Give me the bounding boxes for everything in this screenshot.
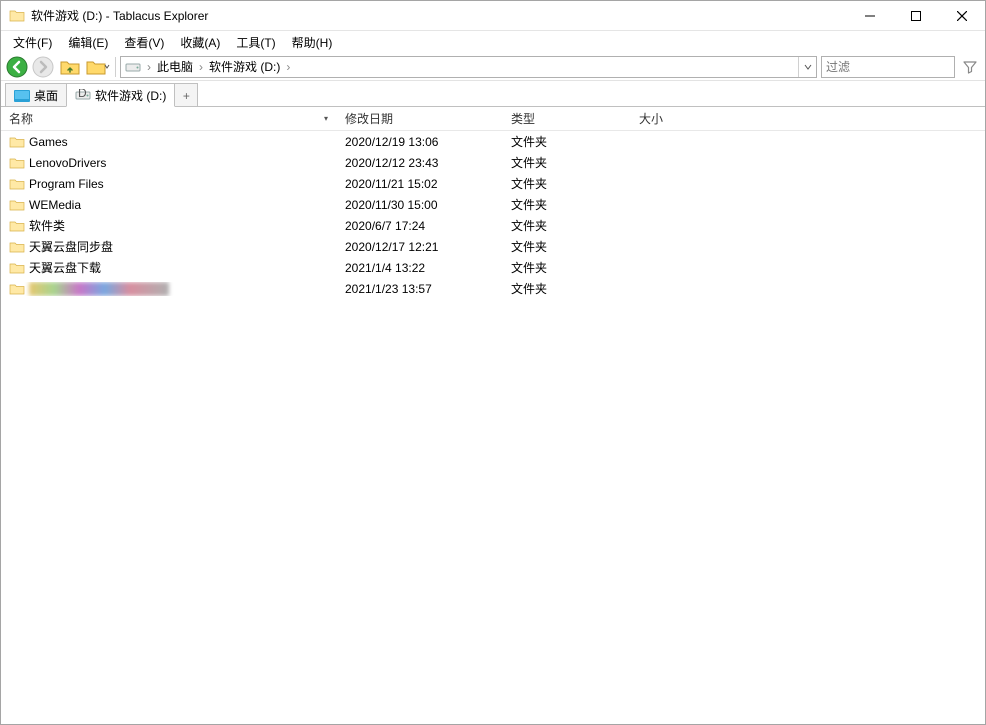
folder-icon <box>9 135 25 149</box>
menu-edit[interactable]: 编辑(E) <box>60 32 116 53</box>
cell-date: 2020/12/12 23:43 <box>337 156 503 170</box>
table-row[interactable]: Games2020/12/19 13:06文件夹 <box>1 131 985 152</box>
cell-date: 2020/12/17 12:21 <box>337 240 503 254</box>
folder-icon <box>9 198 25 212</box>
filter-icon-button[interactable] <box>959 56 981 78</box>
toolbar-separator <box>115 57 116 77</box>
table-row[interactable]: 2021/1/23 13:57文件夹 <box>1 278 985 299</box>
window-title: 软件游戏 (D:) - Tablacus Explorer <box>31 7 208 24</box>
cell-date: 2020/11/21 15:02 <box>337 177 503 191</box>
cell-type: 文件夹 <box>503 280 631 297</box>
tab-add-button[interactable]: + <box>174 83 198 107</box>
chevron-down-icon <box>104 61 110 73</box>
toolbar: › 此电脑 › 软件游戏 (D:) › <box>1 53 985 81</box>
folder-icon <box>9 177 25 191</box>
cell-date: 2021/1/23 13:57 <box>337 282 503 296</box>
cell-type: 文件夹 <box>503 196 631 213</box>
tab-label: 软件游戏 (D:) <box>95 87 166 104</box>
menu-help[interactable]: 帮助(H) <box>284 32 341 53</box>
cell-name: Program Files <box>1 177 337 191</box>
cell-type: 文件夹 <box>503 154 631 171</box>
new-folder-button[interactable] <box>85 55 111 79</box>
funnel-icon <box>962 59 978 75</box>
cell-type: 文件夹 <box>503 259 631 276</box>
table-row[interactable]: LenovoDrivers2020/12/12 23:43文件夹 <box>1 152 985 173</box>
forward-button[interactable] <box>31 55 55 79</box>
cell-name: 天翼云盘同步盘 <box>1 238 337 255</box>
filter-box[interactable] <box>821 56 955 78</box>
minimize-button[interactable] <box>847 1 893 31</box>
address-dropdown-button[interactable] <box>798 57 816 77</box>
sort-indicator-icon: ▾ <box>324 114 328 123</box>
column-date[interactable]: 修改日期 <box>337 107 503 130</box>
folder-icon <box>9 240 25 254</box>
breadcrumb-chevron-icon[interactable]: › <box>284 60 292 74</box>
plus-icon: + <box>183 89 190 103</box>
file-list-body[interactable]: Games2020/12/19 13:06文件夹LenovoDrivers202… <box>1 131 985 724</box>
table-row[interactable]: 软件类2020/6/7 17:24文件夹 <box>1 215 985 236</box>
column-type[interactable]: 类型 <box>503 107 631 130</box>
titlebar[interactable]: 软件游戏 (D:) - Tablacus Explorer <box>1 1 985 31</box>
menu-file[interactable]: 文件(F) <box>5 32 60 53</box>
breadcrumb-root[interactable]: 此电脑 <box>153 57 197 77</box>
cell-date: 2021/1/4 13:22 <box>337 261 503 275</box>
folder-icon <box>9 219 25 233</box>
close-button[interactable] <box>939 1 985 31</box>
desktop-icon <box>14 88 30 104</box>
breadcrumb-current[interactable]: 软件游戏 (D:) <box>205 57 284 77</box>
column-name[interactable]: 名称 ▾ <box>1 107 337 130</box>
column-headers: 名称 ▾ 修改日期 类型 大小 <box>1 107 985 131</box>
breadcrumb-chevron-icon[interactable]: › <box>145 60 153 74</box>
cell-name: WEMedia <box>1 198 337 212</box>
cell-name: LenovoDrivers <box>1 156 337 170</box>
column-size[interactable]: 大小 <box>631 107 759 130</box>
chevron-down-icon <box>804 63 812 71</box>
cell-type: 文件夹 <box>503 238 631 255</box>
tab-desktop[interactable]: 桌面 <box>5 83 67 107</box>
back-button[interactable] <box>5 55 29 79</box>
cell-name <box>1 282 337 296</box>
menubar: 文件(F) 编辑(E) 查看(V) 收藏(A) 工具(T) 帮助(H) <box>1 31 985 53</box>
address-drive-icon[interactable] <box>121 57 145 77</box>
file-list: 名称 ▾ 修改日期 类型 大小 Games2020/12/19 13:06文件夹… <box>1 107 985 724</box>
address-bar[interactable]: › 此电脑 › 软件游戏 (D:) › <box>120 56 817 78</box>
cell-type: 文件夹 <box>503 175 631 192</box>
window: 软件游戏 (D:) - Tablacus Explorer 文件(F) 编辑(E… <box>0 0 986 725</box>
drive-icon: D <box>75 87 91 103</box>
folder-icon <box>9 282 25 296</box>
tab-strip: 桌面 D 软件游戏 (D:) + <box>1 81 985 107</box>
maximize-button[interactable] <box>893 1 939 31</box>
cell-type: 文件夹 <box>503 217 631 234</box>
up-folder-button[interactable] <box>57 55 83 79</box>
tab-label: 桌面 <box>34 87 58 104</box>
table-row[interactable]: Program Files2020/11/21 15:02文件夹 <box>1 173 985 194</box>
cell-name: 软件类 <box>1 217 337 234</box>
breadcrumb-chevron-icon[interactable]: › <box>197 60 205 74</box>
tab-drive[interactable]: D 软件游戏 (D:) <box>66 83 175 107</box>
cell-name: 天翼云盘下载 <box>1 259 337 276</box>
svg-text:D: D <box>78 89 87 100</box>
cell-name: Games <box>1 135 337 149</box>
table-row[interactable]: 天翼云盘下载2021/1/4 13:22文件夹 <box>1 257 985 278</box>
menu-view[interactable]: 查看(V) <box>116 32 172 53</box>
cell-date: 2020/11/30 15:00 <box>337 198 503 212</box>
menu-tools[interactable]: 工具(T) <box>228 32 283 53</box>
cell-date: 2020/6/7 17:24 <box>337 219 503 233</box>
app-folder-icon <box>9 8 25 24</box>
table-row[interactable]: WEMedia2020/11/30 15:00文件夹 <box>1 194 985 215</box>
menu-fav[interactable]: 收藏(A) <box>172 32 228 53</box>
cell-date: 2020/12/19 13:06 <box>337 135 503 149</box>
folder-icon <box>9 156 25 170</box>
cell-type: 文件夹 <box>503 133 631 150</box>
table-row[interactable]: 天翼云盘同步盘2020/12/17 12:21文件夹 <box>1 236 985 257</box>
folder-icon <box>9 261 25 275</box>
